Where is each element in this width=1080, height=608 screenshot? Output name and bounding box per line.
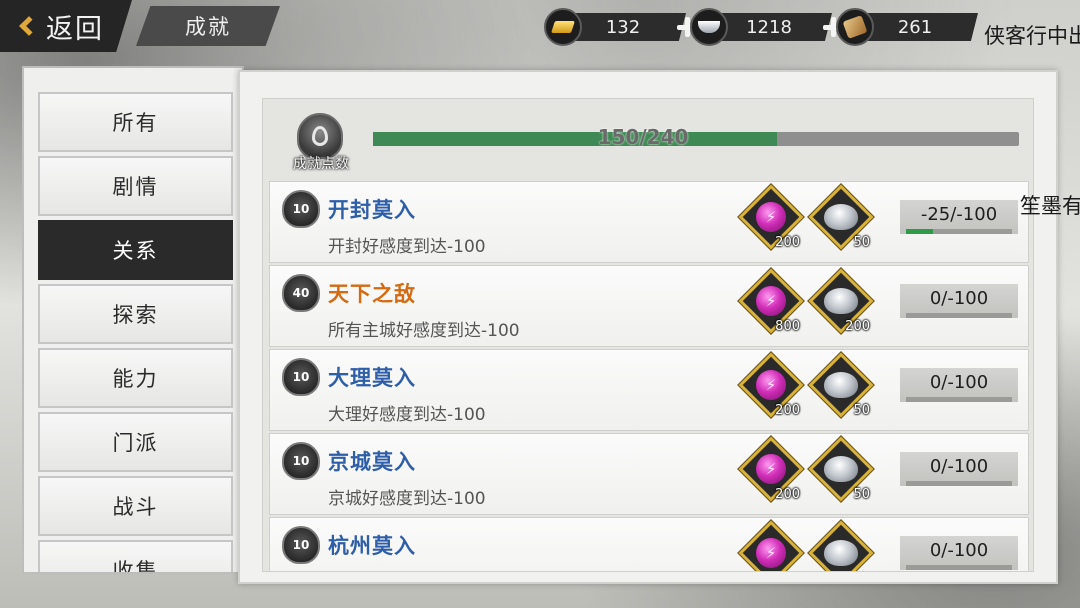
achievement-panel: 成就点数 150/240 10 开封莫入 开封好感度到达-100 ⚡ 200 5… (238, 70, 1058, 584)
page-title: 成就 (185, 15, 231, 39)
achievement-progress: 0/-100 (900, 452, 1018, 486)
achievement-title: 天下之敌 (328, 282, 416, 306)
purple-orb-icon: ⚡ (756, 538, 786, 568)
achievement-description: 大理好感度到达-100 (328, 405, 486, 425)
currency-gold: 132 (544, 8, 698, 46)
achievement-points-badge: 10 (282, 190, 320, 228)
reward-silver[interactable] (808, 520, 874, 571)
silver-ingot-icon (824, 372, 858, 398)
achievement-description: 开封好感度到达-100 (328, 237, 486, 257)
achievement-title: 大理莫入 (328, 366, 416, 390)
achievement-progress-text: 0/-100 (929, 288, 989, 309)
currency-silver: 1218 (690, 8, 844, 46)
achievement-title: 杭州莫入 (328, 534, 416, 558)
gold-ingot-icon (544, 8, 582, 46)
reward-quantity: 200 (775, 403, 800, 418)
achievement-progress: 0/-100 (900, 284, 1018, 318)
sidebar-item-collection[interactable]: 收集 (38, 540, 233, 572)
points-label: 成就点数 (293, 156, 349, 172)
purple-orb-icon: ⚡ (756, 454, 786, 484)
achievement-title: 开封莫入 (328, 198, 416, 222)
silver-ingot-icon (824, 204, 858, 230)
reward-quantity: 50 (853, 487, 870, 502)
achievement-list[interactable]: 成就点数 150/240 10 开封莫入 开封好感度到达-100 ⚡ 200 5… (262, 98, 1034, 572)
achievement-title: 京城莫入 (328, 450, 416, 474)
sidebar-item-story[interactable]: 剧情 (38, 156, 233, 216)
reward-orb[interactable]: ⚡ 200 (738, 352, 804, 418)
achievement-progress: 0/-100 (900, 368, 1018, 402)
reward-quantity: 800 (775, 319, 800, 334)
back-button-label: 返回 (46, 13, 104, 45)
reward-quantity: 50 (853, 403, 870, 418)
silver-ingot-icon (824, 288, 858, 314)
achievement-progress-text: -25/-100 (920, 204, 998, 225)
reward-orb[interactable]: ⚡ 200 (738, 436, 804, 502)
sidebar-item-relationship[interactable]: 关系 (38, 220, 233, 280)
achievement-progress-text: 0/-100 (929, 456, 989, 477)
silver-ingot-icon (690, 8, 728, 46)
reward-silver[interactable]: 50 (808, 436, 874, 502)
sidebar-item-ability[interactable]: 能力 (38, 348, 233, 408)
scroll-amount: 261 (860, 13, 978, 41)
top-bar: 返回 成就 132 1218 261 侠客行中出 (0, 0, 1080, 56)
reward-quantity: 200 (775, 487, 800, 502)
achievement-row[interactable]: 10 大理莫入 大理好感度到达-100 ⚡ 200 50 0/-100 (269, 349, 1029, 431)
reward-quantity: 200 (775, 235, 800, 250)
achievement-progress-text: 0/-100 (929, 372, 989, 393)
reward-orb[interactable]: ⚡ 200 (738, 184, 804, 250)
scroll-icon (836, 8, 874, 46)
purple-orb-icon: ⚡ (756, 202, 786, 232)
achievement-progress: -25/-100 (900, 200, 1018, 234)
points-progress-text: 150/240 (597, 125, 689, 149)
achievement-row[interactable]: 10 京城莫入 京城好感度到达-100 ⚡ 200 50 0/-100 (269, 433, 1029, 515)
achievement-progress-text: 0/-100 (929, 540, 989, 561)
sidebar-item-combat[interactable]: 战斗 (38, 476, 233, 536)
silver-ingot-icon (824, 456, 858, 482)
top-right-text: 侠客行中出 (984, 24, 1080, 48)
currency-scroll: 261 (836, 8, 978, 46)
reward-quantity: 50 (853, 235, 870, 250)
reward-quantity: 200 (845, 319, 870, 334)
achievement-progress: 0/-100 (900, 536, 1018, 570)
achievement-description: 所有主城好感度到达-100 (328, 321, 520, 341)
achievement-points-header: 成就点数 150/240 (263, 99, 1033, 181)
achievement-progress-fill (906, 229, 933, 234)
reward-silver[interactable]: 200 (808, 268, 874, 334)
reward-orb[interactable]: ⚡ 800 (738, 268, 804, 334)
achievement-row[interactable]: 40 天下之敌 所有主城好感度到达-100 ⚡ 800 200 0/-100 (269, 265, 1029, 347)
gold-amount: 132 (568, 13, 686, 41)
sidebar-item-sect[interactable]: 门派 (38, 412, 233, 472)
achievement-points-badge: 10 (282, 526, 320, 564)
silver-ingot-icon (824, 540, 858, 566)
purple-orb-icon: ⚡ (756, 286, 786, 316)
back-button[interactable]: 返回 (0, 0, 132, 52)
achievement-description: 京城好感度到达-100 (328, 489, 486, 509)
sidebar-item-explore[interactable]: 探索 (38, 284, 233, 344)
reward-silver[interactable]: 50 (808, 352, 874, 418)
silver-amount: 1218 (714, 13, 832, 41)
achievement-points-badge: 10 (282, 358, 320, 396)
achievement-points-badge: 10 (282, 442, 320, 480)
achievement-row[interactable]: 10 杭州莫入 ⚡ 0/-100 (269, 517, 1029, 571)
reward-silver[interactable]: 50 (808, 184, 874, 250)
page-title-tab: 成就 (136, 6, 280, 46)
achievement-points-badge: 40 (282, 274, 320, 312)
reward-orb[interactable]: ⚡ (738, 520, 804, 571)
achievement-row[interactable]: 10 开封莫入 开封好感度到达-100 ⚡ 200 50 -25/-100 (269, 181, 1029, 263)
sidebar-item-all[interactable]: 所有 (38, 92, 233, 152)
overlay-right-text: 笙墨有 (1020, 194, 1080, 218)
purple-orb-icon: ⚡ (756, 370, 786, 400)
back-arrow-icon (19, 16, 39, 36)
category-sidebar: 所有 剧情 关系 探索 能力 门派 战斗 收集 (22, 66, 244, 574)
